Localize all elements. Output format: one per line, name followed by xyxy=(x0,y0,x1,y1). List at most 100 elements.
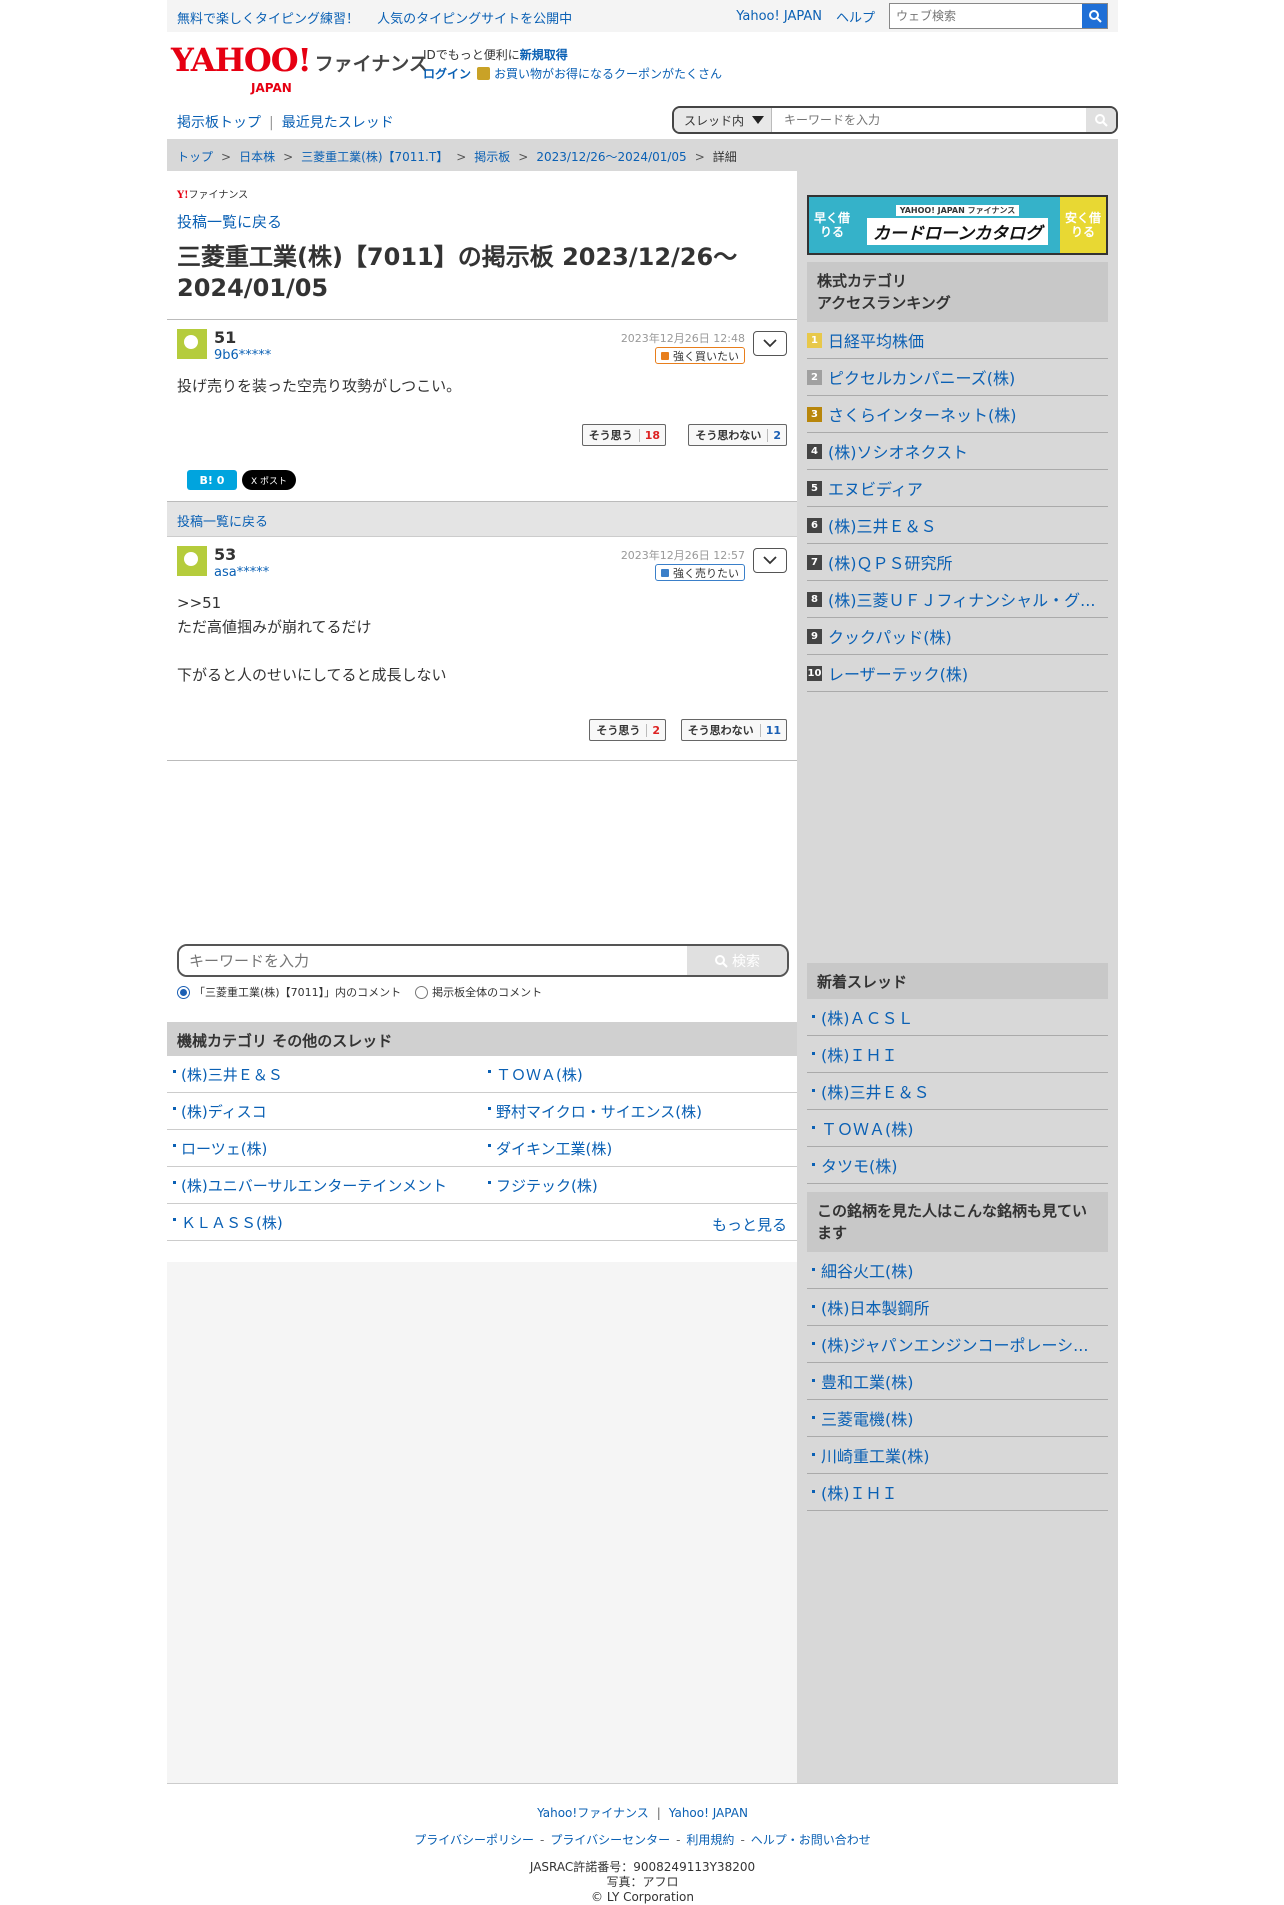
also-viewed-link[interactable]: (株)ＩＨＩ xyxy=(807,1474,1108,1511)
breadcrumb: トップ > 日本株 > 三菱重工業(株)【7011.T】 > 掲示板 >2023/12/26〜… xyxy=(167,139,1118,171)
post-user[interactable]: asa***** xyxy=(214,565,269,580)
post-number: 53 xyxy=(214,545,237,564)
recent-threads-link[interactable]: 最近見たスレッド xyxy=(282,115,394,131)
promo-link-typing-site[interactable]: 人気のタイピングサイトを公開中 xyxy=(377,12,572,27)
search-scope-select[interactable]: スレッド内 xyxy=(674,108,772,132)
also-viewed-link[interactable]: (株)日本製鋼所 xyxy=(807,1289,1108,1326)
agree-count: 2 xyxy=(646,723,665,737)
also-viewed-link[interactable]: 豊和工業(株) xyxy=(807,1363,1108,1400)
thread-search-button[interactable] xyxy=(1086,108,1116,132)
new-thread-link[interactable]: (株)ＡＣＳＬ xyxy=(807,999,1108,1036)
category-thread-list: (株)三井Ｅ＆Ｓ ＴＯＷＡ(株) (株)ディスコ 野村マイクロ・サイエンス(株) ロ… xyxy=(167,1056,797,1241)
ranking-item[interactable]: 1 日経平均株価 xyxy=(807,322,1108,359)
web-search-button[interactable] xyxy=(1082,4,1107,28)
access-ranking-list: 1 日経平均株価 2 ピクセルカンパニーズ(株) 3 さくらインターネット(株) 4 (株)ソ… xyxy=(807,322,1108,692)
id-text: IDでもっと便利に xyxy=(423,48,520,62)
footer-jasrac: JASRAC許諾番号：9008249113Y38200 xyxy=(529,1860,756,1874)
coupon-link[interactable]: お買い物がお得になるクーポンがたくさん xyxy=(494,67,722,81)
post-menu-button[interactable] xyxy=(753,548,787,573)
back-to-list-link-2[interactable]: 投稿一覧に戻る xyxy=(177,515,268,530)
nav-separator: | xyxy=(269,115,274,131)
ad-space xyxy=(167,761,797,921)
also-viewed-link[interactable]: (株)ジャパンエンジンコーポレーシ... xyxy=(807,1326,1108,1363)
breadcrumb-period[interactable]: 2023/12/26〜2024/01/05 xyxy=(536,150,686,164)
post-body-line xyxy=(177,639,447,663)
page-title: 三菱重工業(株)【7011】の掲示板 2023/12/26〜2024/01/05 xyxy=(177,243,738,302)
new-thread-link[interactable]: (株)ＩＨＩ xyxy=(807,1036,1108,1073)
ranking-item[interactable]: 2 ピクセルカンパニーズ(株) xyxy=(807,359,1108,396)
help-link[interactable]: ヘルプ xyxy=(836,7,875,26)
footer-terms[interactable]: 利用規約 xyxy=(686,1833,734,1847)
also-viewed-link[interactable]: 三菱電機(株) xyxy=(807,1400,1108,1437)
ranking-item-label: クックパッド(株) xyxy=(828,628,952,647)
x-share-button[interactable]: X ポスト xyxy=(242,470,296,490)
comment-search-input[interactable] xyxy=(179,946,687,975)
footer-finance-link[interactable]: Yahoo!ファイナンス xyxy=(537,1806,649,1820)
ranking-item[interactable]: 6 (株)三井Ｅ＆Ｓ xyxy=(807,507,1108,544)
category-thread-link[interactable]: ＫＬＡＳＳ(株) xyxy=(167,1212,482,1233)
chevron-down-icon xyxy=(763,339,777,348)
rank-number: 6 xyxy=(807,517,822,533)
ranking-item[interactable]: 4 (株)ソシオネクスト xyxy=(807,433,1108,470)
disagree-button[interactable]: そう思わない 11 xyxy=(680,719,787,741)
ranking-item[interactable]: 5 エヌビディア xyxy=(807,470,1108,507)
category-thread-link[interactable]: (株)ユニバーサルエンターテインメント xyxy=(167,1175,482,1196)
avatar[interactable] xyxy=(177,546,207,576)
new-threads-list: (株)ＡＣＳＬ (株)ＩＨＩ (株)三井Ｅ＆Ｓ ＴＯＷＡ(株) タツモ(株) xyxy=(807,999,1108,1184)
back-to-list-bar: 投稿一覧に戻る xyxy=(167,501,797,537)
category-thread-link[interactable]: ローツェ(株) xyxy=(167,1138,482,1159)
agree-button[interactable]: そう思う 2 xyxy=(589,719,666,741)
post-user[interactable]: 9b6***** xyxy=(214,348,271,363)
new-thread-link[interactable]: ＴＯＷＡ(株) xyxy=(807,1110,1108,1147)
signup-link[interactable]: 新規取得 xyxy=(520,48,568,62)
category-heading: 機械カテゴリ その他のスレッド xyxy=(167,1022,797,1056)
post-date: 2023年12月26日 12:48 xyxy=(620,332,745,345)
footer-privacy-center[interactable]: プライバシーセンター xyxy=(550,1833,670,1847)
ranking-heading: 株式カテゴリ アクセスランキング xyxy=(807,262,1108,322)
category-thread-link[interactable]: 野村マイクロ・サイエンス(株) xyxy=(482,1101,797,1122)
avatar[interactable] xyxy=(177,329,207,359)
thread-search-input[interactable] xyxy=(772,108,1086,132)
category-thread-link[interactable]: (株)三井Ｅ＆Ｓ xyxy=(167,1064,482,1085)
finance-small-logo: Y!ファイナンス xyxy=(177,190,249,201)
breadcrumb-japan-stocks[interactable]: 日本株 xyxy=(239,150,275,164)
promo-link-typing[interactable]: 無料で楽しくタイピング練習！ xyxy=(177,12,359,27)
rank-number: 9 xyxy=(807,628,822,644)
ranking-item[interactable]: 3 さくらインターネット(株) xyxy=(807,396,1108,433)
footer-yahoo-link[interactable]: Yahoo! JAPAN xyxy=(669,1806,748,1820)
yahoo-japan-link[interactable]: Yahoo! JAPAN xyxy=(736,9,822,24)
also-viewed-link[interactable]: 細谷火工(株) xyxy=(807,1252,1108,1289)
category-thread-link[interactable]: フジテック(株) xyxy=(482,1175,797,1196)
post-menu-button[interactable] xyxy=(753,331,787,356)
sub-nav: 掲示板トップ | 最近見たスレッド スレッド内 xyxy=(167,106,1118,136)
more-threads-link[interactable]: もっと見る xyxy=(712,1214,787,1235)
radio-all-scope[interactable] xyxy=(415,985,429,999)
yahoo-finance-logo[interactable]: YAHOO! JAPAN ファイナンス xyxy=(171,44,428,95)
disagree-button[interactable]: そう思わない 2 xyxy=(688,424,787,446)
ranking-item[interactable]: 9 クックパッド(株) xyxy=(807,618,1108,655)
ranking-item[interactable]: 8 (株)三菱ＵＦＪフィナンシャル・グ... xyxy=(807,581,1108,618)
breadcrumb-board[interactable]: 掲示板 xyxy=(474,150,510,164)
comment-search-button[interactable]: 検索 xyxy=(687,946,787,975)
new-thread-link[interactable]: タツモ(株) xyxy=(807,1147,1108,1184)
breadcrumb-stock[interactable]: 三菱重工業(株)【7011.T】 xyxy=(301,150,448,164)
back-to-list-link[interactable]: 投稿一覧に戻る xyxy=(177,211,282,232)
web-search-input[interactable] xyxy=(890,4,1082,28)
radio-thread-scope[interactable] xyxy=(177,985,190,999)
new-thread-link[interactable]: (株)三井Ｅ＆Ｓ xyxy=(807,1073,1108,1110)
agree-button[interactable]: そう思う 18 xyxy=(581,424,666,446)
board-top-link[interactable]: 掲示板トップ xyxy=(177,115,261,131)
login-link[interactable]: ログイン xyxy=(423,67,471,81)
category-thread-link[interactable]: ダイキン工業(株) xyxy=(482,1138,797,1159)
also-viewed-link[interactable]: 川崎重工業(株) xyxy=(807,1437,1108,1474)
category-thread-link[interactable]: ＴＯＷＡ(株) xyxy=(482,1064,797,1085)
card-loan-banner[interactable]: 早く借りる YAHOO! JAPAN ファイナンス カードローンカタログ 安く借… xyxy=(807,195,1108,255)
banner-title: カードローンカタログ xyxy=(866,218,1049,245)
hatena-bookmark-button[interactable]: B! 0 xyxy=(187,470,237,490)
breadcrumb-top[interactable]: トップ xyxy=(177,150,213,164)
footer-privacy-policy[interactable]: プライバシーポリシー xyxy=(414,1833,534,1847)
category-thread-link[interactable]: (株)ディスコ xyxy=(167,1101,482,1122)
ranking-item[interactable]: 7 (株)ＱＰＳ研究所 xyxy=(807,544,1108,581)
ranking-item[interactable]: 10 レーザーテック(株) xyxy=(807,655,1108,692)
footer-help[interactable]: ヘルプ・お問い合わせ xyxy=(751,1833,871,1847)
